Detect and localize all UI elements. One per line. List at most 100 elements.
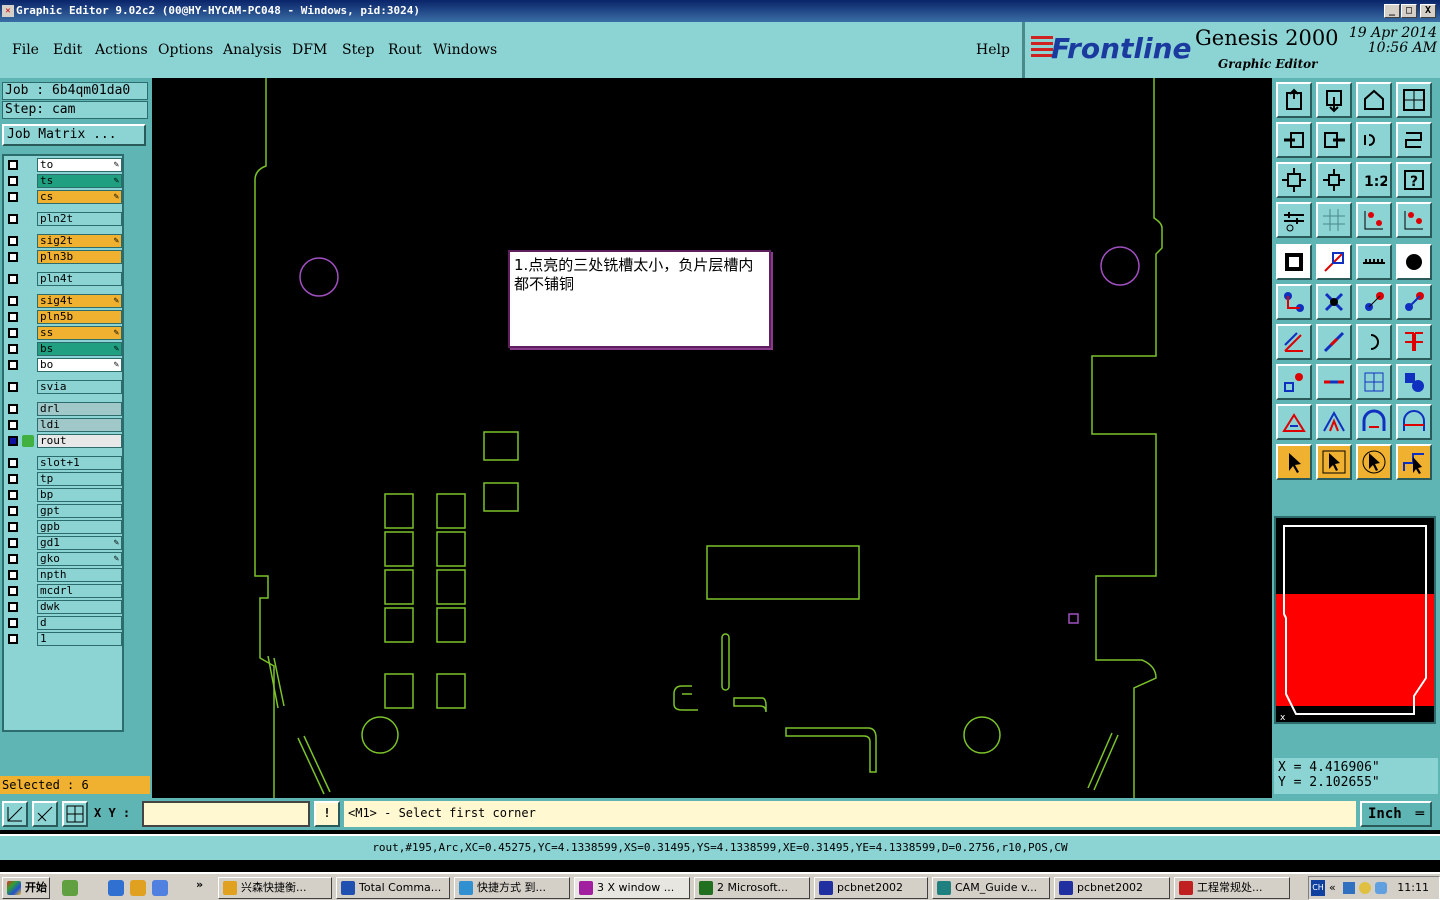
line-pad-icon[interactable] xyxy=(1356,284,1392,320)
layer-row-rout[interactable]: rout xyxy=(4,434,122,448)
layer-checkbox[interactable] xyxy=(8,214,18,224)
layer-checkbox[interactable] xyxy=(8,344,18,354)
taskbar-item[interactable]: Total Comma... xyxy=(336,877,450,899)
window-icon[interactable] xyxy=(1396,82,1432,118)
layer-name[interactable]: sig4t ✎ xyxy=(37,294,122,308)
menu-edit[interactable]: Edit xyxy=(53,42,82,58)
layer-row-pln5b[interactable]: pln5b xyxy=(4,310,122,324)
layer-checkbox[interactable] xyxy=(8,458,18,468)
dot-icon[interactable] xyxy=(1396,244,1432,280)
tray-expand-icon[interactable]: « xyxy=(1329,877,1336,899)
measure-icon[interactable] xyxy=(32,801,58,827)
home-icon[interactable] xyxy=(1356,82,1392,118)
layer-row-sig4t[interactable]: sig4t ✎ xyxy=(4,294,122,308)
layer-checkbox[interactable] xyxy=(8,436,18,446)
help-icon[interactable]: ? xyxy=(1396,162,1432,198)
save-icon[interactable] xyxy=(1316,82,1352,118)
prev-icon[interactable] xyxy=(1276,122,1312,158)
layer-checkbox[interactable] xyxy=(8,474,18,484)
layer-name[interactable]: 1 xyxy=(37,632,122,646)
close-button[interactable]: X xyxy=(1420,4,1436,18)
layer-name[interactable]: gd1 ✎ xyxy=(37,536,122,550)
layer-row-gd1[interactable]: gd1 ✎ xyxy=(4,536,122,550)
layer-row-pln2t[interactable]: pln2t xyxy=(4,212,122,226)
layer-row-slot-1[interactable]: slot+1 xyxy=(4,456,122,470)
settings-icon[interactable] xyxy=(1276,202,1312,238)
pointer-circle-icon[interactable] xyxy=(1356,444,1392,480)
menu-analysis[interactable]: Analysis xyxy=(223,42,282,58)
layer-checkbox[interactable] xyxy=(8,296,18,306)
layer-row-mcdrl[interactable]: mcdrl xyxy=(4,584,122,598)
warning-icon[interactable]: ! xyxy=(314,801,340,827)
layer-checkbox[interactable] xyxy=(8,554,18,564)
layer-checkbox[interactable] xyxy=(8,382,18,392)
undo-icon[interactable] xyxy=(1356,122,1392,158)
layer-name[interactable]: gpt xyxy=(37,504,122,518)
maximize-button[interactable]: □ xyxy=(1401,4,1417,18)
next-icon[interactable] xyxy=(1316,122,1352,158)
job-matrix-button[interactable]: Job Matrix ... xyxy=(2,124,146,146)
xy-input[interactable] xyxy=(142,801,310,827)
taskbar-item[interactable]: 工程常规处... xyxy=(1174,877,1290,899)
layer-checkbox[interactable] xyxy=(8,618,18,628)
layer-row-gko[interactable]: gko ✎ xyxy=(4,552,122,566)
layer-name[interactable]: rout xyxy=(37,434,122,448)
layer-checkbox[interactable] xyxy=(8,634,18,644)
layer-name[interactable]: bp xyxy=(37,488,122,502)
group-icon[interactable] xyxy=(1396,364,1432,400)
layer-row-to[interactable]: to ✎ xyxy=(4,158,122,172)
layer-name[interactable]: bo ✎ xyxy=(37,358,122,372)
taskbar-item[interactable]: 兴森快捷衡... xyxy=(218,877,332,899)
ruler-icon[interactable] xyxy=(1356,244,1392,280)
layer-name[interactable]: svia xyxy=(37,380,122,394)
net-red-icon[interactable] xyxy=(1356,202,1392,238)
layer-row-ldi[interactable]: ldi xyxy=(4,418,122,432)
redo-icon[interactable] xyxy=(1396,122,1432,158)
layer-checkbox[interactable] xyxy=(8,602,18,612)
pad-icon[interactable] xyxy=(1276,244,1312,280)
layer-row-bs[interactable]: bs ✎ xyxy=(4,342,122,356)
layer-row-svia[interactable]: svia xyxy=(4,380,122,394)
snap-icon[interactable] xyxy=(2,801,28,827)
layer-checkbox[interactable] xyxy=(8,176,18,186)
layer-name[interactable]: tp xyxy=(37,472,122,486)
minimize-button[interactable]: _ xyxy=(1384,4,1400,18)
taskbar-item[interactable]: pcbnet2002 xyxy=(814,877,928,899)
layer-name[interactable]: dwk xyxy=(37,600,122,614)
layer-checkbox[interactable] xyxy=(8,312,18,322)
layer-checkbox[interactable] xyxy=(8,404,18,414)
pointer-box-icon[interactable] xyxy=(1316,444,1352,480)
layer-row-1[interactable]: 1 xyxy=(4,632,122,646)
network-icon[interactable] xyxy=(1343,882,1355,894)
taskbar-item[interactable]: 快捷方式 到... xyxy=(454,877,570,899)
menu-dfm[interactable]: DFM xyxy=(292,42,327,58)
layer-name[interactable]: ldi xyxy=(37,418,122,432)
menu-windows[interactable]: Windows xyxy=(433,42,497,58)
layer-name[interactable]: gpb xyxy=(37,520,122,534)
menu-file[interactable]: File xyxy=(12,42,39,58)
layer-checkbox[interactable] xyxy=(8,192,18,202)
layer-row-bo[interactable]: bo ✎ xyxy=(4,358,122,372)
layer-checkbox[interactable] xyxy=(8,274,18,284)
layer-checkbox[interactable] xyxy=(8,586,18,596)
cross-icon[interactable] xyxy=(1316,284,1352,320)
layer-row-pln3b[interactable]: pln3b xyxy=(4,250,122,264)
grid-icon[interactable] xyxy=(1316,202,1352,238)
layer-checkbox[interactable] xyxy=(8,236,18,246)
tri-up-icon[interactable] xyxy=(1316,404,1352,440)
overview-map[interactable]: x xyxy=(1274,516,1436,724)
layer-checkbox[interactable] xyxy=(8,360,18,370)
unit-selector[interactable]: Inch ═ xyxy=(1360,801,1432,827)
media-icon[interactable] xyxy=(130,880,146,896)
layer-row-bp[interactable]: bp xyxy=(4,488,122,502)
arc-icon[interactable] xyxy=(1356,324,1392,360)
graphic-canvas[interactable] xyxy=(152,78,1272,798)
layer-name[interactable]: slot+1 xyxy=(37,456,122,470)
minus-icon[interactable] xyxy=(1316,364,1352,400)
layer-name[interactable]: mcdrl xyxy=(37,584,122,598)
layer-row-gpb[interactable]: gpb xyxy=(4,520,122,534)
desktop-icon[interactable] xyxy=(62,880,78,896)
layer-name[interactable]: npth xyxy=(37,568,122,582)
layer-name[interactable]: ts ✎ xyxy=(37,174,122,188)
layer-name[interactable]: ss ✎ xyxy=(37,326,122,340)
